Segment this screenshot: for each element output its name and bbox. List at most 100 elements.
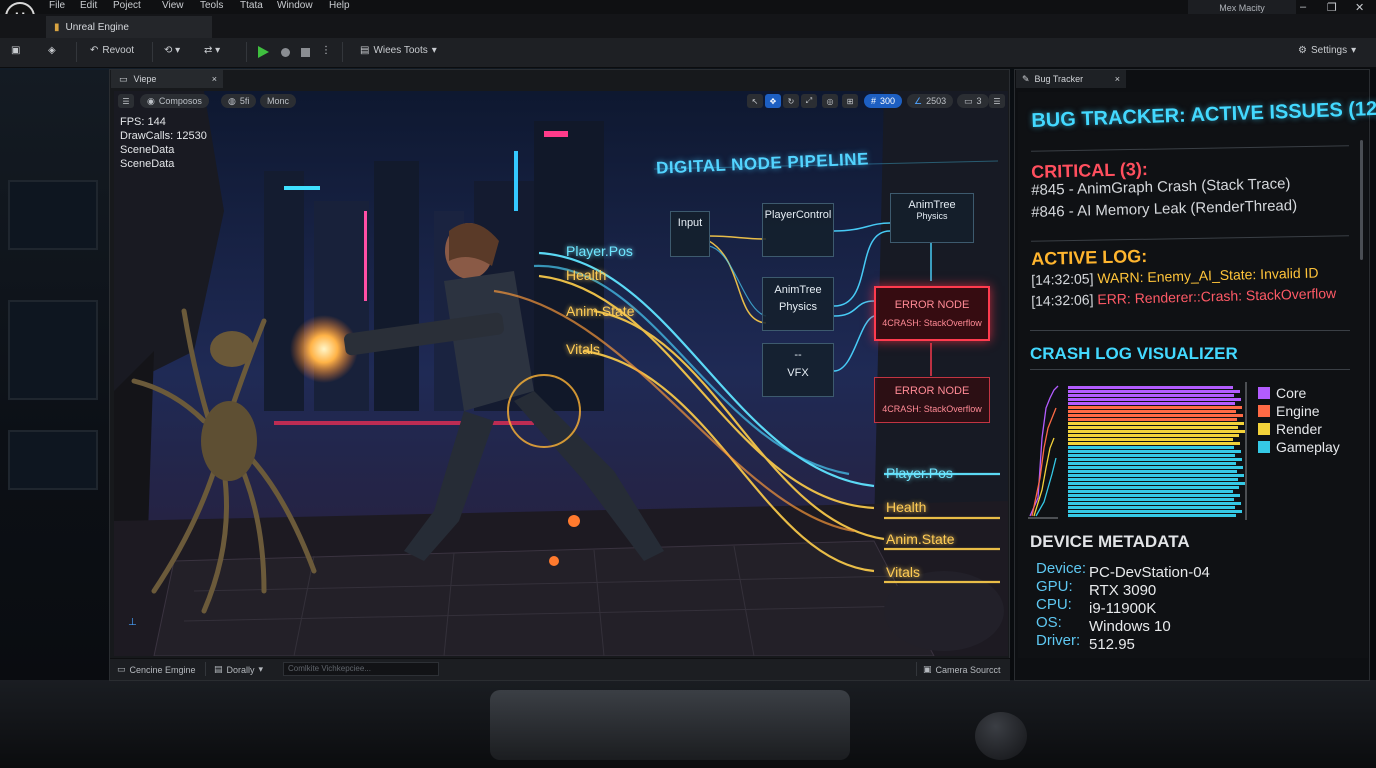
select-icon[interactable]: ↖ <box>747 94 763 108</box>
camera-speed-pill[interactable]: ▭ 3 <box>957 94 989 108</box>
drawcalls-stat: DrawCalls: 12530 <box>120 130 207 142</box>
viewport-perspective-pill[interactable]: ◉ Composos <box>140 94 209 108</box>
stats-overlay: FPS: 144 DrawCalls: 12530 SceneData Scen… <box>120 115 207 171</box>
camera-speed-value: 3 <box>976 96 982 106</box>
viewport-pill-label: Composos <box>158 96 202 106</box>
viewport-pill-label: 5fi <box>239 96 250 106</box>
maximize-icon[interactable]: ❐ <box>1327 1 1337 14</box>
crash-bar <box>1068 386 1233 389</box>
legend-gameplay: Gameplay <box>1258 439 1340 455</box>
crash-bar <box>1068 450 1241 453</box>
stop-icon[interactable] <box>301 48 310 57</box>
crash-bar <box>1068 470 1237 473</box>
error-node-primary[interactable]: ERROR NODE 4CRASH: StackOverflow <box>874 286 990 341</box>
viewport-layout-icon[interactable]: ☰ <box>989 94 1005 108</box>
error-node-title: ERROR NODE <box>894 299 970 311</box>
engine-label: Cencine Emgine <box>129 664 196 675</box>
tools-label: Wiees Toots <box>373 45 428 56</box>
output-log-dropdown[interactable]: ▤ Dorally ▾ <box>214 664 263 675</box>
minimize-icon[interactable]: – <box>1300 1 1306 13</box>
node-vfx-label: VFX <box>787 367 809 379</box>
error-node-secondary[interactable]: ERROR NODE 4CRASH: StackOverflow <box>874 377 990 423</box>
node-player-control[interactable]: PlayerControl <box>762 203 834 257</box>
rotation-snap-pill[interactable]: ∠ 2503 <box>907 94 954 108</box>
node-animtree-sub: Physics <box>916 211 948 221</box>
revert-button[interactable]: ↶ Revoot <box>90 45 134 56</box>
background-monitors <box>0 70 110 690</box>
camera-source-label: Camera Sourcct <box>935 664 1001 675</box>
wire-label-player-pos: Player.Pos <box>566 243 633 259</box>
grid-snap-value: 300 <box>880 96 896 106</box>
crash-bar <box>1068 486 1239 489</box>
content-icon[interactable]: ◈ <box>48 45 56 56</box>
grid-snap-pill[interactable]: # 300 <box>864 94 903 108</box>
error-node-message: 4CRASH: StackOverflow <box>882 404 982 414</box>
wire-label-health: Health <box>566 267 607 283</box>
legend-label: Gameplay <box>1276 439 1340 455</box>
tab-project[interactable]: ▮ Unreal Engine <box>46 16 212 38</box>
console-command-input[interactable]: Comlkite Vichkepciee... <box>283 662 439 676</box>
device-metadata-header: DEVICE METADATA <box>1030 532 1190 551</box>
legend-engine: Engine <box>1258 403 1320 419</box>
tools-dropdown[interactable]: ▤ Wiees Toots ▾ <box>360 45 437 56</box>
node-vfx[interactable]: -- VFX <box>762 343 834 397</box>
translate-icon[interactable]: ✥ <box>765 94 781 108</box>
close-tab-icon[interactable]: × <box>212 74 217 84</box>
crash-bar <box>1068 462 1236 465</box>
crash-bar <box>1068 478 1238 481</box>
mode-dropdown[interactable]: ⟲ ▾ <box>164 45 180 56</box>
viewport-icon: ▭ <box>119 73 128 84</box>
surface-snap-icon[interactable]: ⊞ <box>842 94 858 108</box>
crash-bar <box>1068 506 1235 509</box>
tab-bug-tracker-label: Bug Tracker <box>1034 74 1084 84</box>
blueprint-dropdown[interactable]: ⇄ ▾ <box>204 45 220 56</box>
tab-bug-tracker[interactable]: ✎ Bug Tracker × <box>1016 70 1126 88</box>
menu-project[interactable]: Poject <box>113 0 141 11</box>
menu-window[interactable]: Window <box>277 0 313 11</box>
node-animtree-mid[interactable]: AnimTree Physics <box>762 277 834 331</box>
camera-source-button[interactable]: ▣ Camera Sourcct <box>923 664 1001 675</box>
tab-viewport[interactable]: ▭ Viepe × <box>111 70 223 88</box>
bug-tracker-scrollbar[interactable] <box>1360 140 1363 260</box>
brush-icon: ✎ <box>1022 73 1030 84</box>
rotation-snap-value: 2503 <box>926 96 947 106</box>
camera-icon: ▣ <box>923 664 932 674</box>
menu-data[interactable]: Ttata <box>240 0 263 11</box>
scene-data-stat: SceneData <box>120 158 175 170</box>
settings-button[interactable]: ⚙ Settings ▾ <box>1298 45 1356 56</box>
pause-icon[interactable] <box>281 48 290 57</box>
metadata-key: CPU: <box>1036 596 1072 613</box>
scale-icon[interactable]: ⤢ <box>801 94 817 108</box>
legend-label: Engine <box>1276 403 1320 419</box>
crash-bar <box>1068 458 1242 461</box>
close-icon[interactable]: ✕ <box>1355 1 1364 14</box>
more-options-icon[interactable]: ⋮ <box>321 45 331 56</box>
node-input[interactable]: Input <box>670 211 710 257</box>
node-animtree-top[interactable]: AnimTree Physics <box>890 193 974 243</box>
play-icon[interactable] <box>258 46 269 58</box>
legend-label: Core <box>1276 385 1307 401</box>
content-browser-button[interactable]: ▭ Cencine Emgine <box>117 664 196 675</box>
viewport-lit-pill[interactable]: ◍ 5fi <box>221 94 257 108</box>
save-icon[interactable]: ▣ <box>11 45 20 56</box>
menu-file[interactable]: File <box>49 0 65 11</box>
world-icon[interactable]: ◎ <box>822 94 838 108</box>
menu-tools[interactable]: Teols <box>200 0 223 11</box>
wire-label-vitals: Vitals <box>566 341 600 357</box>
viewport-menu-icon[interactable]: ☰ <box>118 94 134 108</box>
tab-viewport-label: Viepe <box>133 74 157 84</box>
viewport[interactable]: ☰ ◉ Composos ◍ 5fi Monc ↖ ✥ ↻ ⤢ ◎ ⊞ # 30… <box>114 91 1008 656</box>
axis-gizmo-icon: ⊥ <box>128 617 137 628</box>
rotate-icon[interactable]: ↻ <box>783 94 799 108</box>
menu-help[interactable]: Help <box>329 0 350 11</box>
output-label-anim-state: Anim.State <box>886 531 955 547</box>
menu-edit[interactable]: Edit <box>80 0 97 11</box>
close-tab-icon[interactable]: × <box>1115 74 1120 84</box>
node-animtree-label: AnimTree <box>908 199 956 211</box>
viewport-show-pill[interactable]: Monc <box>260 94 297 108</box>
tab-project-label: Unreal Engine <box>65 21 129 33</box>
desk-device <box>490 690 850 760</box>
crash-bar <box>1068 406 1242 409</box>
menu-view[interactable]: View <box>162 0 184 11</box>
metadata-key: GPU: <box>1036 578 1073 595</box>
